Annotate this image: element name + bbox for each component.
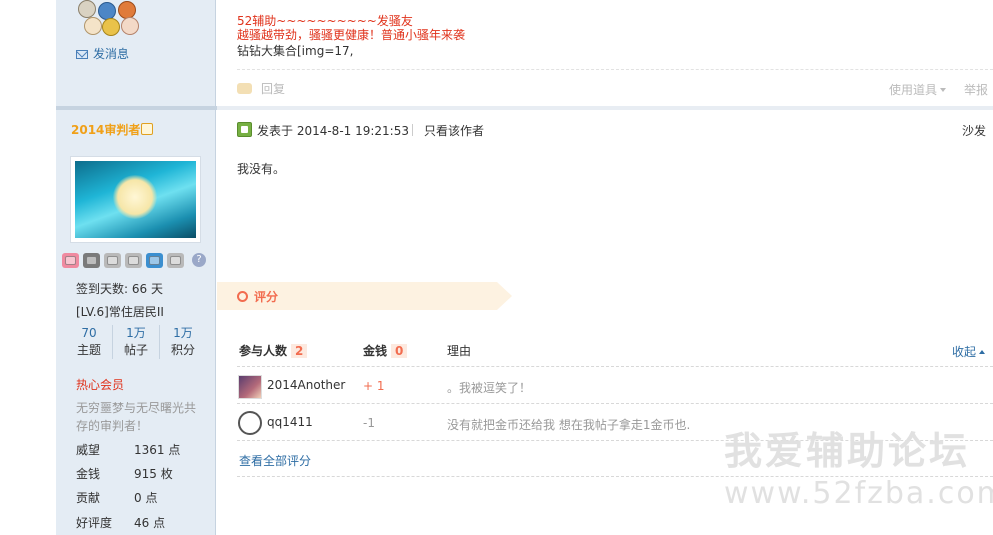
chevron-down-icon: [940, 88, 947, 92]
rater-name[interactable]: 2014Another: [267, 378, 345, 392]
online-status-icon: [141, 123, 154, 135]
rating-money-header: 金钱 0: [363, 342, 408, 359]
help-icon[interactable]: ?: [192, 253, 206, 267]
author-username-text: 2014审判者: [71, 123, 141, 137]
money-label: 金钱: [363, 344, 388, 358]
field-value: 1361 点: [134, 443, 181, 457]
collapse-rating-button[interactable]: 收起: [952, 343, 986, 360]
author-badges: ?: [62, 253, 212, 271]
field-money: 金钱 915 枚: [76, 465, 173, 482]
stat-posts[interactable]: 1万 帖子: [113, 325, 160, 359]
field-key: 威望: [76, 443, 101, 457]
rating-icon: [237, 291, 248, 302]
post-timestamp: 发表于 2014-8-1 19:21:53: [257, 124, 409, 138]
previous-post-line: 钻钻大集合[img=17,: [237, 44, 354, 58]
divider: [237, 403, 993, 404]
money-total: 0: [391, 344, 408, 358]
report-link[interactable]: 举报: [964, 81, 988, 98]
previous-post-line: 越骚越带劲，骚骚更健康！普通小骚年来袭: [237, 28, 466, 42]
member-description: 无穷噩梦与无尽曙光共存的审判者！: [76, 401, 197, 433]
field-prestige: 威望 1361 点: [76, 441, 180, 458]
medal-icon: [84, 17, 102, 35]
signin-days: 签到天数: 66 天: [76, 282, 163, 296]
rating-reason-header: 理由: [447, 344, 472, 358]
use-tools-dropdown[interactable]: 使用道具: [889, 81, 947, 98]
stat-value: 1万: [173, 326, 193, 340]
send-message-label: 发消息: [93, 47, 130, 61]
field-value: 915 枚: [134, 467, 173, 481]
sidebar-separator: [56, 106, 217, 110]
avatar-moon: [113, 175, 157, 219]
stat-points[interactable]: 1万 积分: [160, 325, 206, 359]
chevron-up-icon: [979, 350, 986, 354]
diamond-icon[interactable]: [167, 253, 184, 268]
field-value: 46 点: [134, 516, 166, 530]
watermark-title: 我爱辅助论坛: [724, 429, 971, 473]
author-level[interactable]: [LV.6]常住居民II: [76, 303, 164, 320]
diamond-icon[interactable]: [125, 253, 142, 268]
medal-icon: [121, 17, 139, 35]
field-key: 好评度: [76, 516, 113, 530]
avatar-image: [75, 161, 196, 238]
field-contribution: 贡献 0 点: [76, 489, 157, 506]
divider: [412, 124, 413, 136]
reply-button[interactable]: 回复: [237, 80, 285, 97]
stat-value: 1万: [126, 326, 146, 340]
reply-label: 回复: [261, 82, 286, 96]
rating-reason: 。我被逗笑了！: [447, 381, 532, 395]
badge-icon[interactable]: [146, 253, 163, 268]
reply-bubble-icon: [237, 83, 252, 94]
divider: [237, 69, 993, 70]
rating-title: 评分: [254, 290, 279, 304]
stat-label: 积分: [170, 343, 195, 357]
rating-score: + 1: [363, 379, 385, 393]
avatar[interactable]: [70, 156, 201, 243]
view-author-only-link[interactable]: 只看该作者: [424, 122, 484, 139]
field-value: 0 点: [134, 491, 158, 505]
member-group[interactable]: 热心会员: [76, 376, 124, 393]
send-message-link[interactable]: 发消息: [76, 45, 129, 62]
rating-score: -1: [363, 416, 375, 430]
stat-topics[interactable]: 70 主题: [66, 325, 113, 359]
field-key: 贡献: [76, 491, 101, 505]
mail-icon: [76, 50, 88, 59]
field-rating: 好评度 46 点: [76, 514, 165, 531]
stat-value: 70: [81, 326, 97, 340]
collapse-label: 收起: [952, 345, 977, 359]
rater-avatar[interactable]: [238, 375, 262, 399]
post-status-icon: [237, 122, 252, 137]
medal-icon: [102, 18, 120, 36]
post-content: 我没有。: [237, 162, 286, 176]
medal-icon: [98, 2, 116, 20]
watermark-url: www.52fzba.com: [724, 476, 993, 511]
rater-name[interactable]: qq1411: [267, 415, 313, 429]
stat-label: 主题: [76, 343, 101, 357]
badge-icon[interactable]: [62, 253, 79, 268]
diamond-icon[interactable]: [104, 253, 121, 268]
participants-count: 2: [291, 344, 308, 358]
author-stats: 70 主题 1万 帖子 1万 积分: [66, 325, 206, 359]
author-username[interactable]: 2014审判者: [71, 121, 154, 138]
previous-author-medals: [76, 0, 142, 36]
medal-icon: [78, 0, 96, 18]
left-gutter: [0, 0, 56, 535]
rating-reason: 没有就把金币还给我 想在我帖子拿走1金币也.: [447, 418, 691, 432]
view-all-ratings-link[interactable]: 查看全部评分: [239, 452, 311, 469]
post-separator: [217, 106, 993, 110]
participants-label: 参与人数: [239, 344, 288, 358]
divider: [237, 366, 993, 367]
rater-avatar[interactable]: [238, 411, 262, 435]
badge-icon[interactable]: [83, 253, 100, 268]
use-tools-label: 使用道具: [889, 83, 938, 97]
floor-label[interactable]: 沙发: [962, 122, 986, 139]
stat-label: 帖子: [123, 343, 148, 357]
field-key: 金钱: [76, 467, 101, 481]
rating-participants-header: 参与人数 2: [239, 342, 308, 359]
